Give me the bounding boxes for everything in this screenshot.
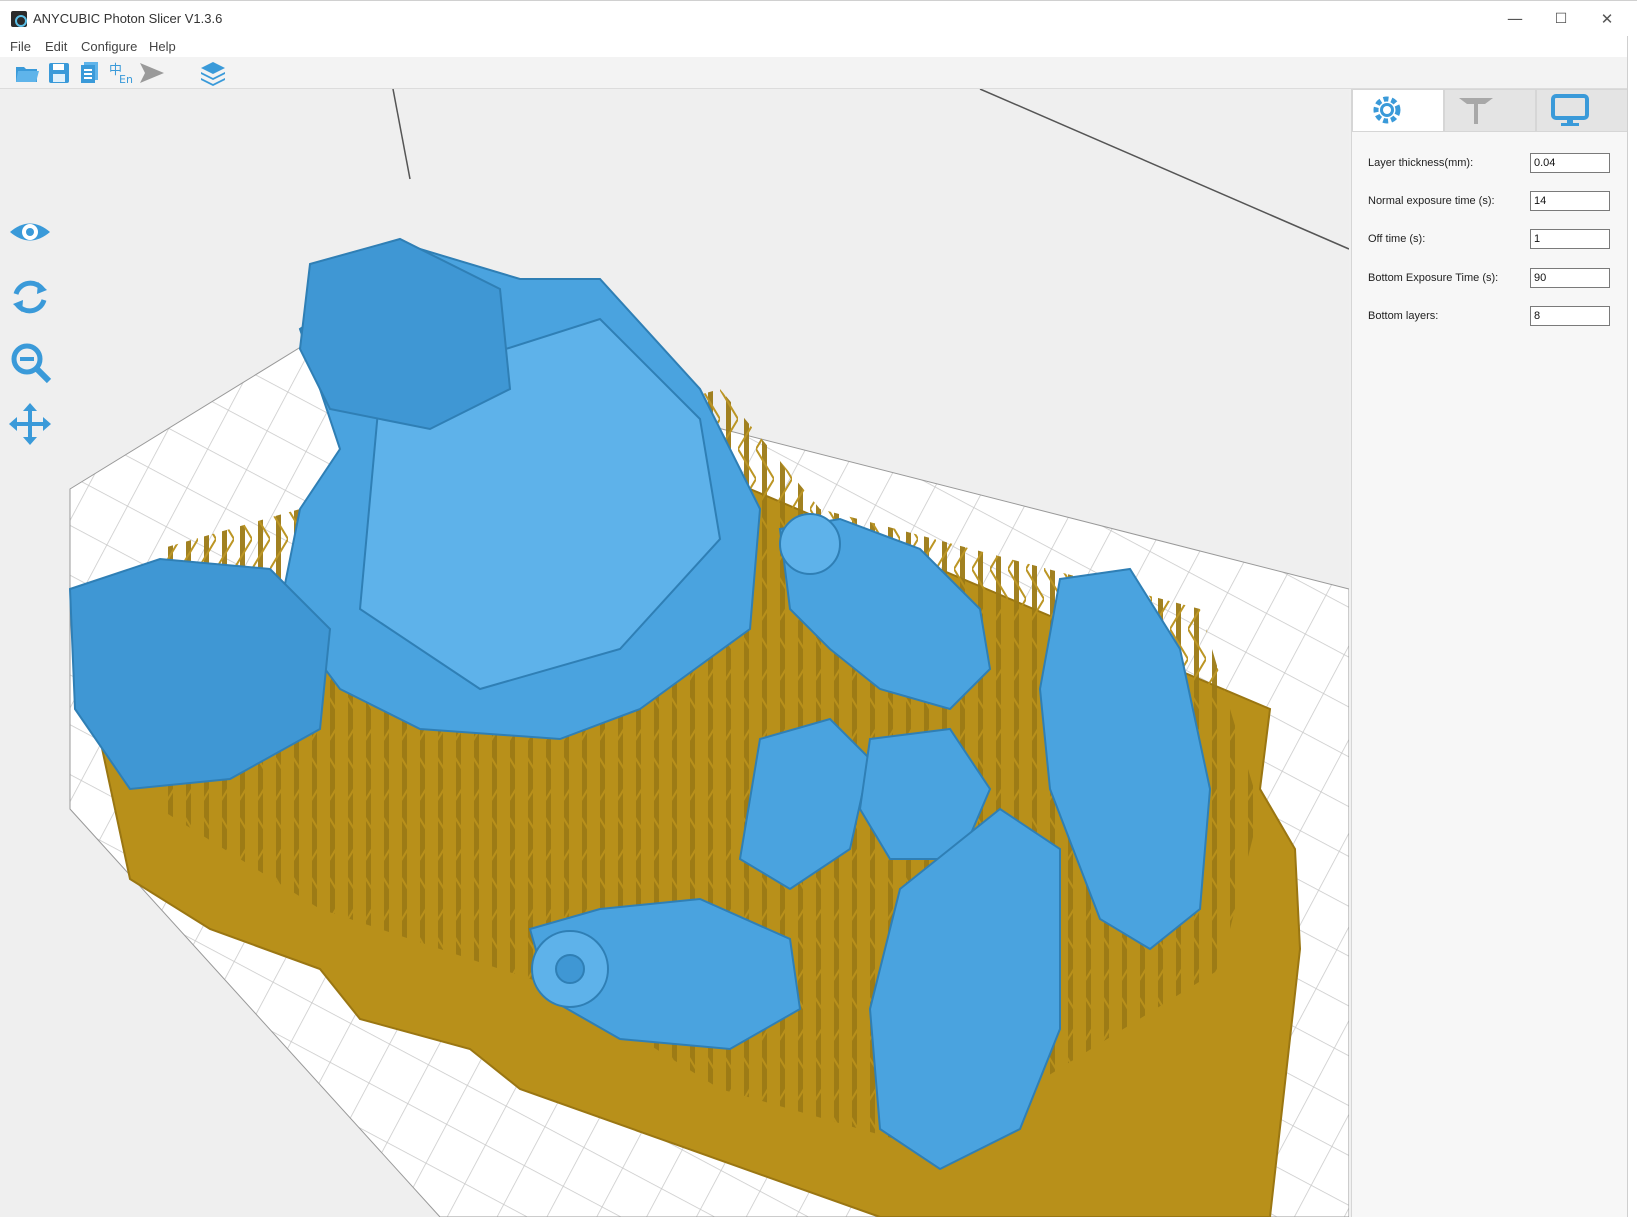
eye-icon[interactable] — [7, 209, 53, 255]
toolbar: 中 En — [0, 57, 1637, 89]
close-button[interactable]: ✕ — [1584, 5, 1630, 33]
language-icon[interactable]: 中 En — [107, 59, 135, 87]
background-window-edge — [1627, 36, 1637, 1217]
send-icon[interactable] — [138, 59, 166, 87]
bottom-exposure-label: Bottom Exposure Time (s): — [1368, 272, 1499, 284]
normal-exposure-label: Normal exposure time (s): — [1368, 195, 1495, 207]
display-icon — [1551, 94, 1589, 126]
zoom-icon[interactable] — [7, 339, 53, 385]
settings-panel: Layer thickness(mm): Normal exposure tim… — [1351, 89, 1628, 1217]
save-icon[interactable] — [45, 59, 73, 87]
tab-display[interactable] — [1536, 89, 1628, 131]
panel-body: Layer thickness(mm): Normal exposure tim… — [1352, 131, 1628, 1217]
normal-exposure-input[interactable] — [1530, 191, 1610, 211]
bottom-layers-label: Bottom layers: — [1368, 310, 1439, 322]
open-folder-icon[interactable] — [13, 59, 41, 87]
off-time-input[interactable] — [1530, 229, 1610, 249]
bottom-layers-input[interactable] — [1530, 306, 1610, 326]
volume-edge-line — [979, 89, 1349, 250]
menu-configure[interactable]: Configure — [81, 39, 137, 54]
3d-viewport[interactable] — [0, 89, 1349, 1217]
layers-icon[interactable] — [199, 59, 227, 87]
bottom-exposure-input[interactable] — [1530, 268, 1610, 288]
move-icon[interactable] — [7, 401, 53, 447]
panel-tabs — [1352, 89, 1628, 131]
layer-thickness-input[interactable] — [1530, 153, 1610, 173]
volume-edge-line — [392, 89, 411, 180]
layer-thickness-label: Layer thickness(mm): — [1368, 157, 1474, 169]
settings-gear-icon — [1373, 96, 1401, 124]
window-title: ANYCUBIC Photon Slicer V1.3.6 — [33, 11, 223, 26]
menu-bar: File Edit Configure Help — [0, 36, 1637, 57]
off-time-label: Off time (s): — [1368, 233, 1426, 245]
print-scene — [68, 89, 1349, 1217]
menu-file[interactable]: File — [10, 39, 31, 54]
support-icon — [1459, 98, 1493, 124]
menu-help[interactable]: Help — [149, 39, 176, 54]
menu-edit[interactable]: Edit — [45, 39, 67, 54]
title-bar: ANYCUBIC Photon Slicer V1.3.6 — ☐ ✕ — [0, 0, 1637, 36]
maximize-button[interactable]: ☐ — [1538, 5, 1584, 33]
rotate-icon[interactable] — [7, 274, 53, 320]
tab-supports[interactable] — [1444, 89, 1536, 131]
app-logo-icon — [11, 11, 27, 27]
app-window: ANYCUBIC Photon Slicer V1.3.6 — ☐ ✕ File… — [0, 0, 1637, 1217]
svg-text:En: En — [119, 73, 133, 86]
tab-settings[interactable] — [1352, 89, 1444, 131]
export-icon[interactable] — [76, 59, 104, 87]
minimize-button[interactable]: — — [1492, 5, 1538, 33]
